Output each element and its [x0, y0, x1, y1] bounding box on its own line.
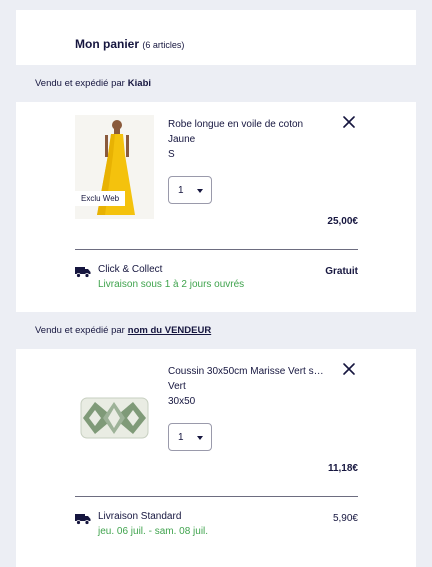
product-color: Jaune [168, 134, 196, 145]
quantity-value: 1 [178, 184, 184, 196]
divider [75, 249, 358, 250]
cart-item: Coussin 30x50cm Marisse Vert s… Vert 30x… [16, 349, 416, 567]
divider [75, 496, 358, 497]
close-icon[interactable] [341, 114, 357, 130]
quantity-select[interactable]: 1 [168, 176, 212, 204]
shipping-delay: Livraison sous 1 à 2 jours ouvrés [98, 279, 245, 290]
quantity-value: 1 [178, 431, 184, 443]
truck-icon [75, 267, 91, 278]
exclusive-badge: Exclu Web [75, 191, 126, 206]
cart-title: Mon panier (6 articles) [75, 37, 184, 51]
cart-item-count: (6 articles) [142, 40, 185, 50]
seller-prefix: Vendu et expédié par [35, 78, 125, 89]
product-name[interactable]: Coussin 30x50cm Marisse Vert s… [168, 364, 338, 379]
shipping-price: 5,90€ [332, 513, 358, 524]
seller-band: Vendu et expédié par Kiabi [16, 65, 416, 102]
product-price: 25,00€ [327, 216, 358, 227]
truck-icon [75, 514, 91, 525]
product-name[interactable]: Robe longue en voile de coton [168, 117, 338, 132]
product-color: Vert [168, 381, 186, 392]
shipping-price: Gratuit [325, 266, 358, 277]
seller-name-link[interactable]: nom du VENDEUR [128, 325, 211, 336]
shipping-name: Livraison Standard [98, 511, 182, 522]
cart-header: Mon panier (6 articles) [16, 10, 416, 65]
product-image[interactable]: Exclu Web [75, 115, 154, 219]
cushion-image [75, 364, 154, 464]
caret-down-icon [197, 189, 203, 193]
quantity-select[interactable]: 1 [168, 423, 212, 451]
seller-name: Kiabi [127, 78, 152, 89]
cart-card: Mon panier (6 articles) Vendu et expédié… [16, 10, 416, 567]
cart-title-text: Mon panier [75, 37, 140, 51]
close-icon[interactable] [341, 361, 357, 377]
product-image[interactable] [75, 364, 154, 464]
cart-item: Exclu Web Robe longue en voile de coton … [16, 102, 416, 312]
seller-band: Vendu et expédié par nom du VENDEUR [16, 312, 416, 349]
caret-down-icon [197, 436, 203, 440]
shipping-option: Click & Collect Livraison sous 1 à 2 jou… [75, 264, 358, 296]
product-size: S [168, 149, 175, 160]
product-size: 30x50 [168, 396, 196, 407]
shipping-option: Livraison Standard jeu. 06 juil. - sam. … [75, 511, 358, 543]
shipping-delay: jeu. 06 juil. - sam. 08 juil. [98, 526, 209, 537]
product-price: 11,18€ [327, 463, 358, 474]
seller-prefix: Vendu et expédié par [35, 325, 125, 336]
shipping-name: Click & Collect [98, 264, 163, 275]
